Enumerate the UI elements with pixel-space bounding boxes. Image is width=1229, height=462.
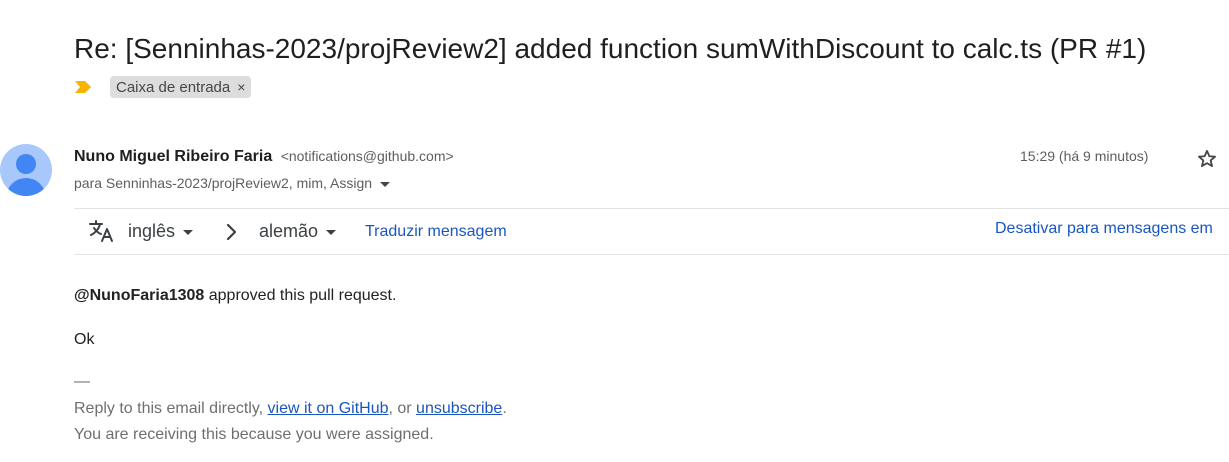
- chevron-right-icon: [224, 221, 240, 243]
- approval-line: @NunoFaria1308 approved this pull reques…: [74, 286, 396, 306]
- signature-separator: —: [74, 373, 90, 390]
- sender-email: <notifications@github.com>: [280, 148, 454, 164]
- translation-bar: inglês alemão Traduzir mensagem Desativa…: [74, 208, 1229, 255]
- target-language-label: alemão: [259, 221, 319, 241]
- star-outline-icon[interactable]: [1196, 148, 1218, 170]
- footer-period: .: [502, 400, 507, 417]
- target-language-chevron-down-icon: [326, 229, 337, 235]
- message-text: Ok: [74, 331, 95, 348]
- disable-translation-link[interactable]: Desativar para mensagens em: [995, 219, 1213, 239]
- label-chip-text: Caixa de entrada: [116, 78, 231, 96]
- email-subject: Re: [Senninhas-2023/projReview2] added f…: [74, 33, 1147, 64]
- sender-name[interactable]: Nuno Miguel Ribeiro Faria: [74, 148, 272, 165]
- target-language-selector[interactable]: alemão: [259, 220, 337, 242]
- translate-message-link[interactable]: Traduzir mensagem: [365, 222, 507, 242]
- importance-marker-icon[interactable]: [74, 80, 92, 94]
- footer-reason-line: You are receiving this because you were …: [74, 426, 434, 443]
- recipients-line: para Senninhas-2023/projReview2, mim, As…: [74, 173, 391, 193]
- footer-or-text: , or: [388, 400, 417, 417]
- view-on-github-link[interactable]: view it on GitHub: [268, 400, 389, 417]
- translate-icon: [88, 219, 114, 243]
- source-language-label: inglês: [128, 221, 176, 241]
- avatar-body-shape: [6, 178, 46, 196]
- label-chip-inbox: Caixa de entrada ×: [110, 76, 252, 98]
- recipients-text: para Senninhas-2023/projReview2, mim, As…: [74, 175, 373, 191]
- source-language-selector[interactable]: inglês: [128, 220, 194, 242]
- footer-reply-prefix: Reply to this email directly,: [74, 400, 268, 417]
- footer-reply-line: Reply to this email directly, view it on…: [74, 399, 507, 419]
- avatar-head-shape: [16, 154, 36, 174]
- sender-line: Nuno Miguel Ribeiro Faria <notifications…: [74, 145, 454, 168]
- remove-label-button[interactable]: ×: [237, 79, 245, 95]
- user-mention: @NunoFaria1308: [74, 287, 205, 304]
- approval-text: approved this pull request.: [204, 287, 397, 304]
- unsubscribe-link[interactable]: unsubscribe: [416, 400, 502, 417]
- sender-avatar[interactable]: [0, 144, 52, 196]
- labels-row: Caixa de entrada ×: [74, 76, 252, 98]
- show-details-chevron-icon[interactable]: [380, 181, 391, 187]
- email-timestamp: 15:29 (há 9 minutos): [1020, 148, 1149, 164]
- source-language-chevron-down-icon: [183, 229, 194, 235]
